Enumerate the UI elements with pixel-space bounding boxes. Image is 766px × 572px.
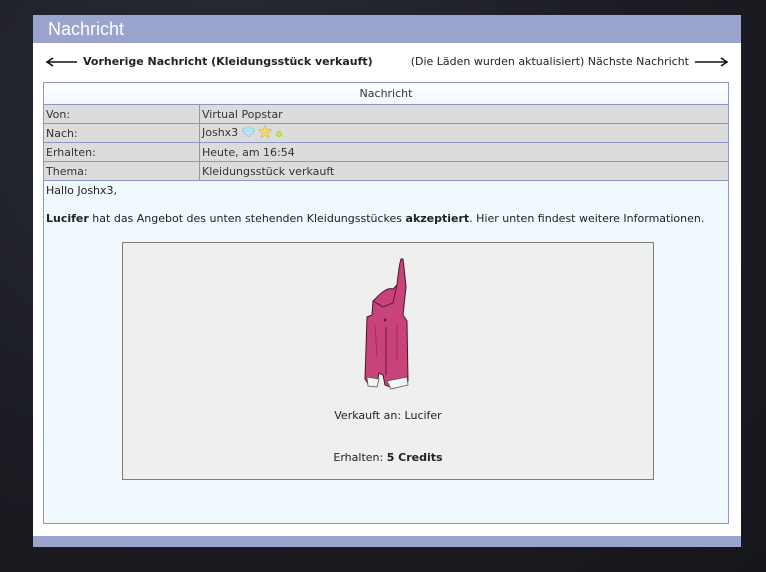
message-panel: Nachricht Von: Virtual Popstar Nach: Jos… xyxy=(43,82,729,524)
next-message-link[interactable]: (Die Läden wurden aktualisiert) Nächste … xyxy=(411,55,729,68)
received-label: Erhalten: xyxy=(44,142,200,162)
from-value: Virtual Popstar xyxy=(199,105,728,124)
message-body: Lucifer hat das Angebot des unten stehen… xyxy=(44,202,728,225)
message-header: Nachricht xyxy=(44,83,728,105)
message-meta-table: Von: Virtual Popstar Nach: Joshx3 Erhalt… xyxy=(44,105,728,181)
sold-to-value: Lucifer xyxy=(404,409,442,422)
next-message-label: (Die Läden wurden aktualisiert) Nächste … xyxy=(410,55,689,68)
credits-received-line: Erhalten: 5 Credits xyxy=(123,451,653,464)
to-label: Nach: xyxy=(44,123,200,143)
left-arrow-icon xyxy=(45,56,77,67)
previous-message-label: Vorherige Nachricht (Kleidungsstück verk… xyxy=(83,55,373,68)
message-window: Nachricht Vorherige Nachricht (Kleidungs… xyxy=(33,15,741,547)
sale-details-box: Verkauft an: Lucifer Erhalten: 5 Credits xyxy=(122,242,654,480)
diamond-icon xyxy=(241,127,256,140)
sold-to-label: Verkauft an: xyxy=(334,409,402,422)
window-bottom-bar xyxy=(33,536,741,547)
subject-label: Thema: xyxy=(44,161,200,181)
to-cell: Joshx3 xyxy=(199,123,728,143)
online-dot-icon xyxy=(275,127,282,140)
window-title: Nachricht xyxy=(33,15,741,43)
star-icon xyxy=(257,124,274,141)
body-text-2: . Hier unten findest weitere Information… xyxy=(469,212,705,225)
greeting: Hallo Joshx3, xyxy=(46,184,118,197)
from-label: Von: xyxy=(44,105,200,124)
previous-message-link[interactable]: Vorherige Nachricht (Kleidungsstück verk… xyxy=(45,55,373,68)
message-nav: Vorherige Nachricht (Kleidungsstück verk… xyxy=(33,43,741,79)
sold-to-line: Verkauft an: Lucifer xyxy=(123,409,653,422)
to-value[interactable]: Joshx3 xyxy=(202,126,238,139)
credits-received-value: 5 Credits xyxy=(386,451,443,464)
table-row: Erhalten: Heute, am 16:54 xyxy=(44,142,728,162)
credits-received-label: Erhalten: xyxy=(333,451,384,464)
subject-value: Kleidungsstück verkauft xyxy=(199,161,728,181)
table-row: Thema: Kleidungsstück verkauft xyxy=(44,161,728,181)
right-arrow-icon xyxy=(695,56,729,67)
table-row: Von: Virtual Popstar xyxy=(44,105,728,124)
pink-overalls-image xyxy=(363,257,411,401)
body-text-1: hat das Angebot des unten stehenden Klei… xyxy=(88,212,406,225)
buyer-name[interactable]: Lucifer xyxy=(46,212,89,225)
received-value: Heute, am 16:54 xyxy=(199,142,728,162)
accepted-word: akzeptiert xyxy=(405,212,470,225)
table-row: Nach: Joshx3 xyxy=(44,123,728,143)
